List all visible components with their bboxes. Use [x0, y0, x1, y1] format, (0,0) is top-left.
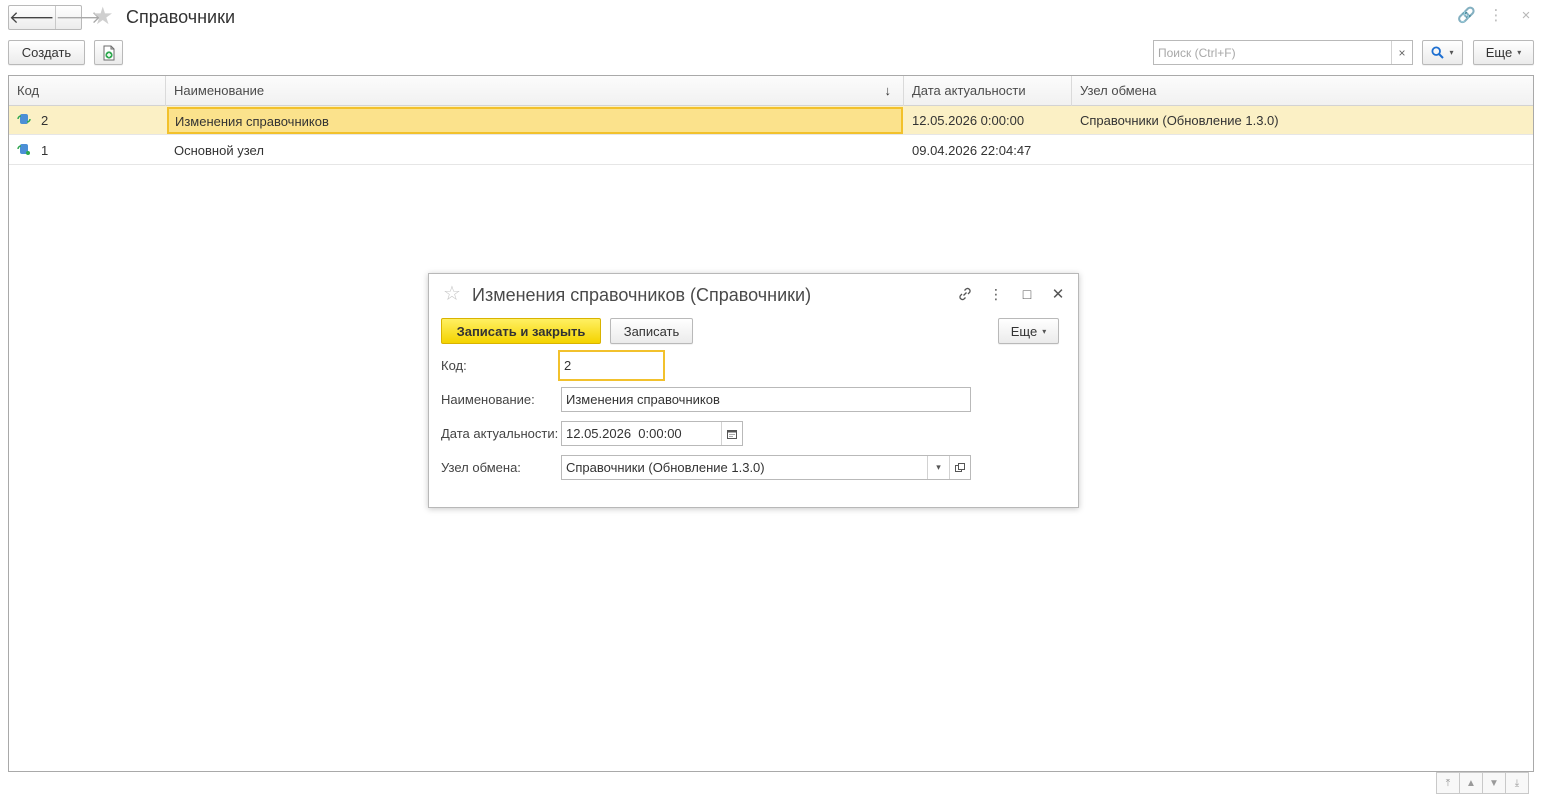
close-icon[interactable]: × [1517, 7, 1535, 25]
arrow-up-icon: ▲ [1466, 777, 1476, 789]
more-label: Еще [1485, 45, 1513, 60]
scroll-last-button[interactable]: ⤓ [1505, 772, 1529, 794]
scroll-first-button[interactable]: ⤒ [1436, 772, 1460, 794]
table-row[interactable]: 2 Изменения справочников 12.05.2026 0:00… [9, 106, 1533, 135]
date-input[interactable] [562, 422, 722, 445]
search-button[interactable]: ▾ [1422, 40, 1463, 65]
list-scroll-buttons: ⤒ ▲ ▼ ⤓ [1436, 772, 1529, 794]
node-input[interactable] [562, 456, 927, 479]
date-label: Дата актуальности: [441, 426, 559, 441]
link-icon[interactable] [955, 284, 975, 304]
column-header-node[interactable]: Узел обмена [1072, 76, 1533, 106]
save-button[interactable]: Записать [610, 318, 693, 344]
code-input[interactable] [560, 352, 663, 379]
chevron-down-icon: ▾ [1042, 326, 1047, 336]
node-label: Узел обмена: [441, 460, 521, 475]
document-add-icon [103, 45, 114, 60]
dialog-title: Изменения справочников (Справочники) [472, 285, 812, 305]
back-arrow-icon: 🡐 [9, 7, 55, 27]
calendar-icon [727, 429, 737, 439]
code-field [558, 350, 665, 381]
nav-buttons: 🡐 🡒 [8, 5, 101, 30]
column-header-name[interactable]: Наименование ↓ [166, 76, 904, 106]
exchange-node-icon [17, 114, 31, 124]
name-field [561, 387, 971, 412]
scroll-to-top-icon: ⤒ [1445, 777, 1451, 789]
link-icon[interactable]: 🔗 [1457, 7, 1476, 25]
chevron-down-icon: ▾ [936, 462, 941, 472]
maximize-icon[interactable]: □ [1017, 284, 1037, 304]
node-open-button[interactable] [949, 456, 970, 479]
close-icon[interactable]: ✕ [1048, 284, 1068, 304]
cell-date: 09.04.2026 22:04:47 [912, 143, 1032, 158]
name-input[interactable] [562, 388, 970, 411]
exchange-node-icon [17, 144, 30, 155]
page-title: Справочники [126, 7, 236, 27]
search-clear-button[interactable]: × [1391, 41, 1412, 64]
cell-name[interactable]: Изменения справочников [167, 107, 903, 134]
cell-node: Справочники (Обновление 1.3.0) [1080, 113, 1279, 128]
search-icon [1431, 46, 1445, 59]
node-field: ▾ [561, 455, 971, 480]
column-header-code[interactable]: Код [9, 76, 166, 106]
column-header-date[interactable]: Дата актуальности [904, 76, 1072, 106]
clear-icon: × [1398, 45, 1406, 60]
cell-date: 12.05.2026 0:00:00 [912, 113, 1025, 128]
cell-node [1072, 136, 1080, 165]
name-label: Наименование: [441, 392, 535, 407]
node-dropdown-button[interactable]: ▾ [927, 456, 949, 479]
open-form-icon [955, 462, 965, 472]
create-button[interactable]: Создать [8, 40, 85, 65]
table-row[interactable]: 1 Основной узел 09.04.2026 22:04:47 [9, 136, 1533, 165]
search-input[interactable] [1154, 41, 1391, 64]
scroll-up-button[interactable]: ▲ [1459, 772, 1483, 794]
cell-code: 2 [41, 113, 49, 128]
date-field [561, 421, 743, 446]
chevron-down-icon: ▾ [1517, 48, 1522, 57]
search-field: × [1153, 40, 1413, 65]
more-label: Еще [1010, 323, 1038, 339]
more-menu-icon[interactable]: ⋮ [1487, 7, 1505, 25]
edit-dialog: ☆ Изменения справочников (Справочники) ⋮… [428, 273, 1079, 508]
cell-code: 1 [41, 143, 49, 158]
cell-name: Основной узел [174, 143, 264, 158]
dialog-more-button[interactable]: Еще ▾ [998, 318, 1059, 344]
column-header-name-label: Наименование [174, 83, 265, 98]
back-button[interactable]: 🡐 [9, 6, 55, 29]
more-menu-icon[interactable]: ⋮ [986, 284, 1006, 304]
calendar-button[interactable] [721, 422, 742, 445]
more-button[interactable]: Еще ▾ [1473, 40, 1534, 65]
save-and-close-button[interactable]: Записать и закрыть [441, 318, 601, 344]
arrow-down-icon: ▼ [1489, 777, 1499, 789]
table-header: Код Наименование ↓ Дата актуальности Узе… [9, 76, 1533, 106]
code-label: Код: [441, 358, 467, 373]
favorite-star-icon[interactable]: ★ [92, 4, 114, 30]
chevron-down-icon: ▾ [1449, 48, 1454, 57]
chain-link-icon [959, 287, 971, 301]
favorite-star-icon[interactable]: ☆ [443, 282, 461, 306]
sort-descending-icon: ↓ [884, 83, 892, 98]
create-copy-button[interactable] [94, 40, 123, 65]
scroll-down-button[interactable]: ▼ [1482, 772, 1506, 794]
scroll-to-bottom-icon: ⤓ [1514, 777, 1520, 789]
